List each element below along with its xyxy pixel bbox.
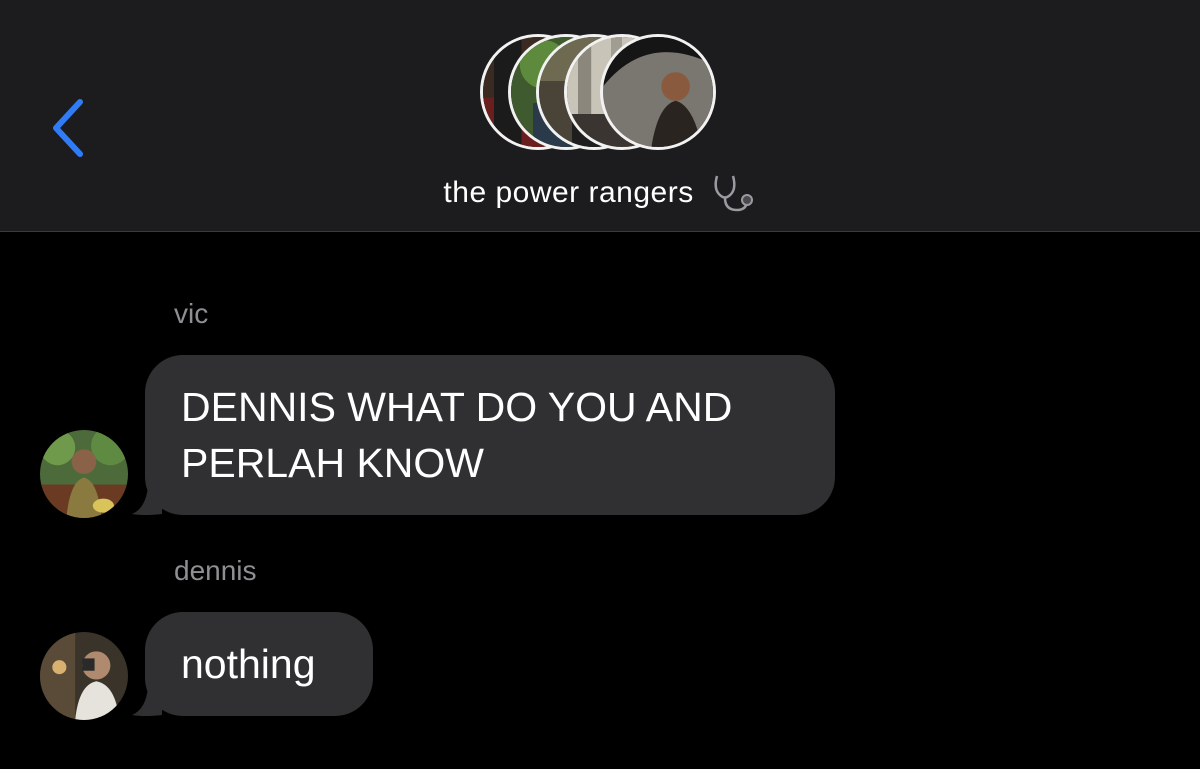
avatar[interactable] bbox=[40, 632, 128, 720]
avatar[interactable] bbox=[40, 430, 128, 518]
group-member-avatar bbox=[600, 34, 716, 150]
sender-name: vic bbox=[174, 298, 209, 329]
message-text-line: PERLAH KNOW bbox=[181, 440, 484, 486]
back-button[interactable] bbox=[44, 96, 94, 160]
conversation-header: the power rangers bbox=[0, 0, 1200, 232]
stethoscope-icon bbox=[714, 175, 753, 212]
messages-screen: the power rangers vic DENNIS WHAT DO YOU… bbox=[0, 0, 1200, 769]
message-bubble[interactable]: DENNIS WHAT DO YOU AND PERLAH KNOW bbox=[145, 355, 835, 515]
group-title-text: the power rangers bbox=[443, 176, 694, 209]
message-bubble[interactable]: nothing bbox=[145, 612, 373, 716]
message-text: nothing bbox=[181, 641, 316, 687]
group-avatar-stack[interactable] bbox=[480, 34, 720, 158]
sender-name: dennis bbox=[174, 555, 257, 586]
chevron-left-icon bbox=[53, 99, 83, 157]
message-text-line: DENNIS WHAT DO YOU AND bbox=[181, 384, 733, 430]
group-title[interactable]: the power rangers bbox=[0, 172, 1200, 214]
